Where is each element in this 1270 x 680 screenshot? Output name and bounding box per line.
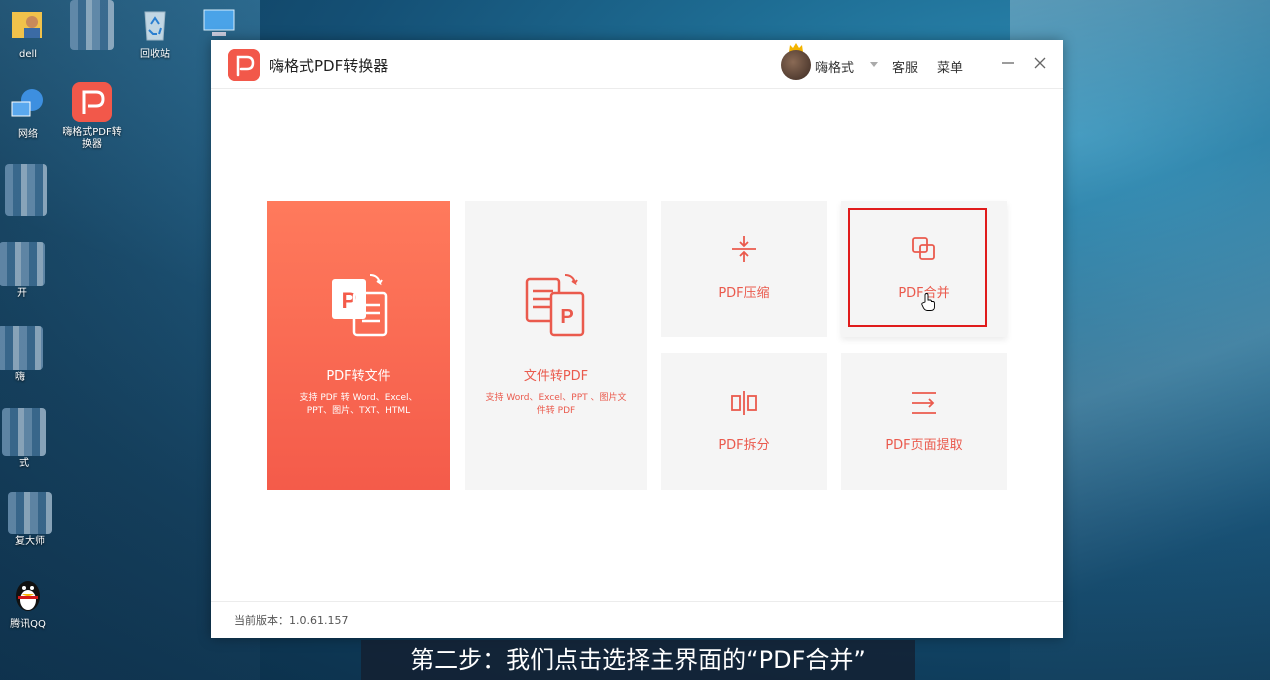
- close-icon[interactable]: [1031, 54, 1049, 72]
- desktop-icon-blurred-4[interactable]: 嗨: [0, 326, 60, 384]
- pdf-to-file-icon: P: [331, 274, 387, 337]
- pdf-page-extract-tile[interactable]: PDF页面提取: [841, 353, 1007, 490]
- user-folder-icon: [12, 12, 42, 38]
- pdf-split-tile[interactable]: PDF拆分: [661, 353, 827, 490]
- desktop-icon-label: 嗨: [15, 372, 25, 383]
- pdf-compress-tile[interactable]: PDF压缩: [661, 201, 827, 337]
- desktop-icon-label: 嗨格式PDF转换器: [62, 127, 122, 150]
- recycle-bin-icon: [144, 11, 166, 41]
- pdf-to-file-tile[interactable]: P PDF转文件 支持 PDF 转 Word、Excel、 PPT、图片、TXT…: [267, 201, 450, 490]
- split-icon: [731, 391, 757, 415]
- this-pc-icon: [203, 9, 235, 36]
- file-to-pdf-tile[interactable]: P 文件转PDF 支持 Word、Excel、PPT 、图片文 件转 PDF: [465, 201, 647, 490]
- app-logo-icon: [228, 49, 260, 81]
- tile-description: 支持 Word、Excel、PPT 、图片文: [485, 393, 627, 403]
- user-avatar[interactable]: [781, 50, 811, 80]
- pdf-converter-icon: [72, 82, 112, 122]
- file-to-pdf-icon: P: [525, 274, 585, 337]
- tile-description: 支持 PDF 转 Word、Excel、: [299, 393, 418, 403]
- blurred-app-icon: [70, 0, 114, 50]
- merge-highlight-box: [848, 208, 987, 327]
- app-title: 嗨格式PDF转换器: [269, 57, 389, 75]
- tile-description: 件转 PDF: [536, 406, 576, 416]
- desktop-icon-blurred-5[interactable]: 式: [0, 408, 64, 470]
- blurred-app-icon: [0, 242, 45, 286]
- footer-divider: [211, 601, 1063, 602]
- blurred-app-icon: [2, 408, 46, 456]
- minimize-icon[interactable]: [999, 54, 1017, 72]
- desktop-icon-label: 腾讯QQ: [10, 619, 46, 630]
- compress-icon: [732, 236, 756, 262]
- tile-label: PDF压缩: [718, 286, 770, 301]
- user-name[interactable]: 嗨格式: [815, 57, 854, 76]
- page-extract-icon: [912, 392, 936, 414]
- video-subtitle: 第二步：我们点击选择主界面的“PDF合并”: [361, 640, 915, 680]
- desktop-icon-label: 式: [19, 458, 29, 469]
- pdf-converter-window: 嗨格式PDF转换器 嗨格式 客服 菜单 P PDF转文件 支持 PDF 转 Wo…: [211, 40, 1063, 638]
- chevron-down-icon[interactable]: [870, 62, 878, 67]
- desktop-icon-blurred-3[interactable]: 开: [0, 242, 62, 300]
- blurred-app-icon: [0, 326, 43, 370]
- network-icon: [11, 89, 43, 117]
- desktop-icon-blurred-6[interactable]: 复大师: [0, 492, 70, 548]
- menu-button[interactable]: 菜单: [937, 57, 963, 76]
- desktop-icon-label: 复大师: [15, 536, 45, 547]
- qq-penguin-icon: [16, 581, 40, 611]
- desktop-icon-qq[interactable]: 腾讯QQ: [0, 574, 68, 631]
- desktop-icon-pdf-converter[interactable]: 嗨格式PDF转换器: [52, 82, 132, 151]
- tile-description: PPT、图片、TXT、HTML: [306, 406, 411, 416]
- tile-label: PDF拆分: [718, 438, 770, 453]
- blurred-app-icon: [8, 492, 52, 534]
- blurred-app-icon: [5, 164, 47, 216]
- svg-text:P: P: [560, 306, 573, 328]
- desktop-icon-label: 开: [17, 288, 27, 299]
- customer-service-button[interactable]: 客服: [892, 57, 918, 76]
- version-label: 当前版本：1.0.61.157: [234, 614, 349, 627]
- title-bar: 嗨格式PDF转换器 嗨格式 客服 菜单: [211, 40, 1063, 89]
- tile-label: PDF页面提取: [885, 438, 963, 453]
- desktop-icon-blurred-2[interactable]: [0, 164, 66, 218]
- tile-label: 文件转PDF: [523, 369, 589, 384]
- tile-label: PDF转文件: [326, 369, 391, 384]
